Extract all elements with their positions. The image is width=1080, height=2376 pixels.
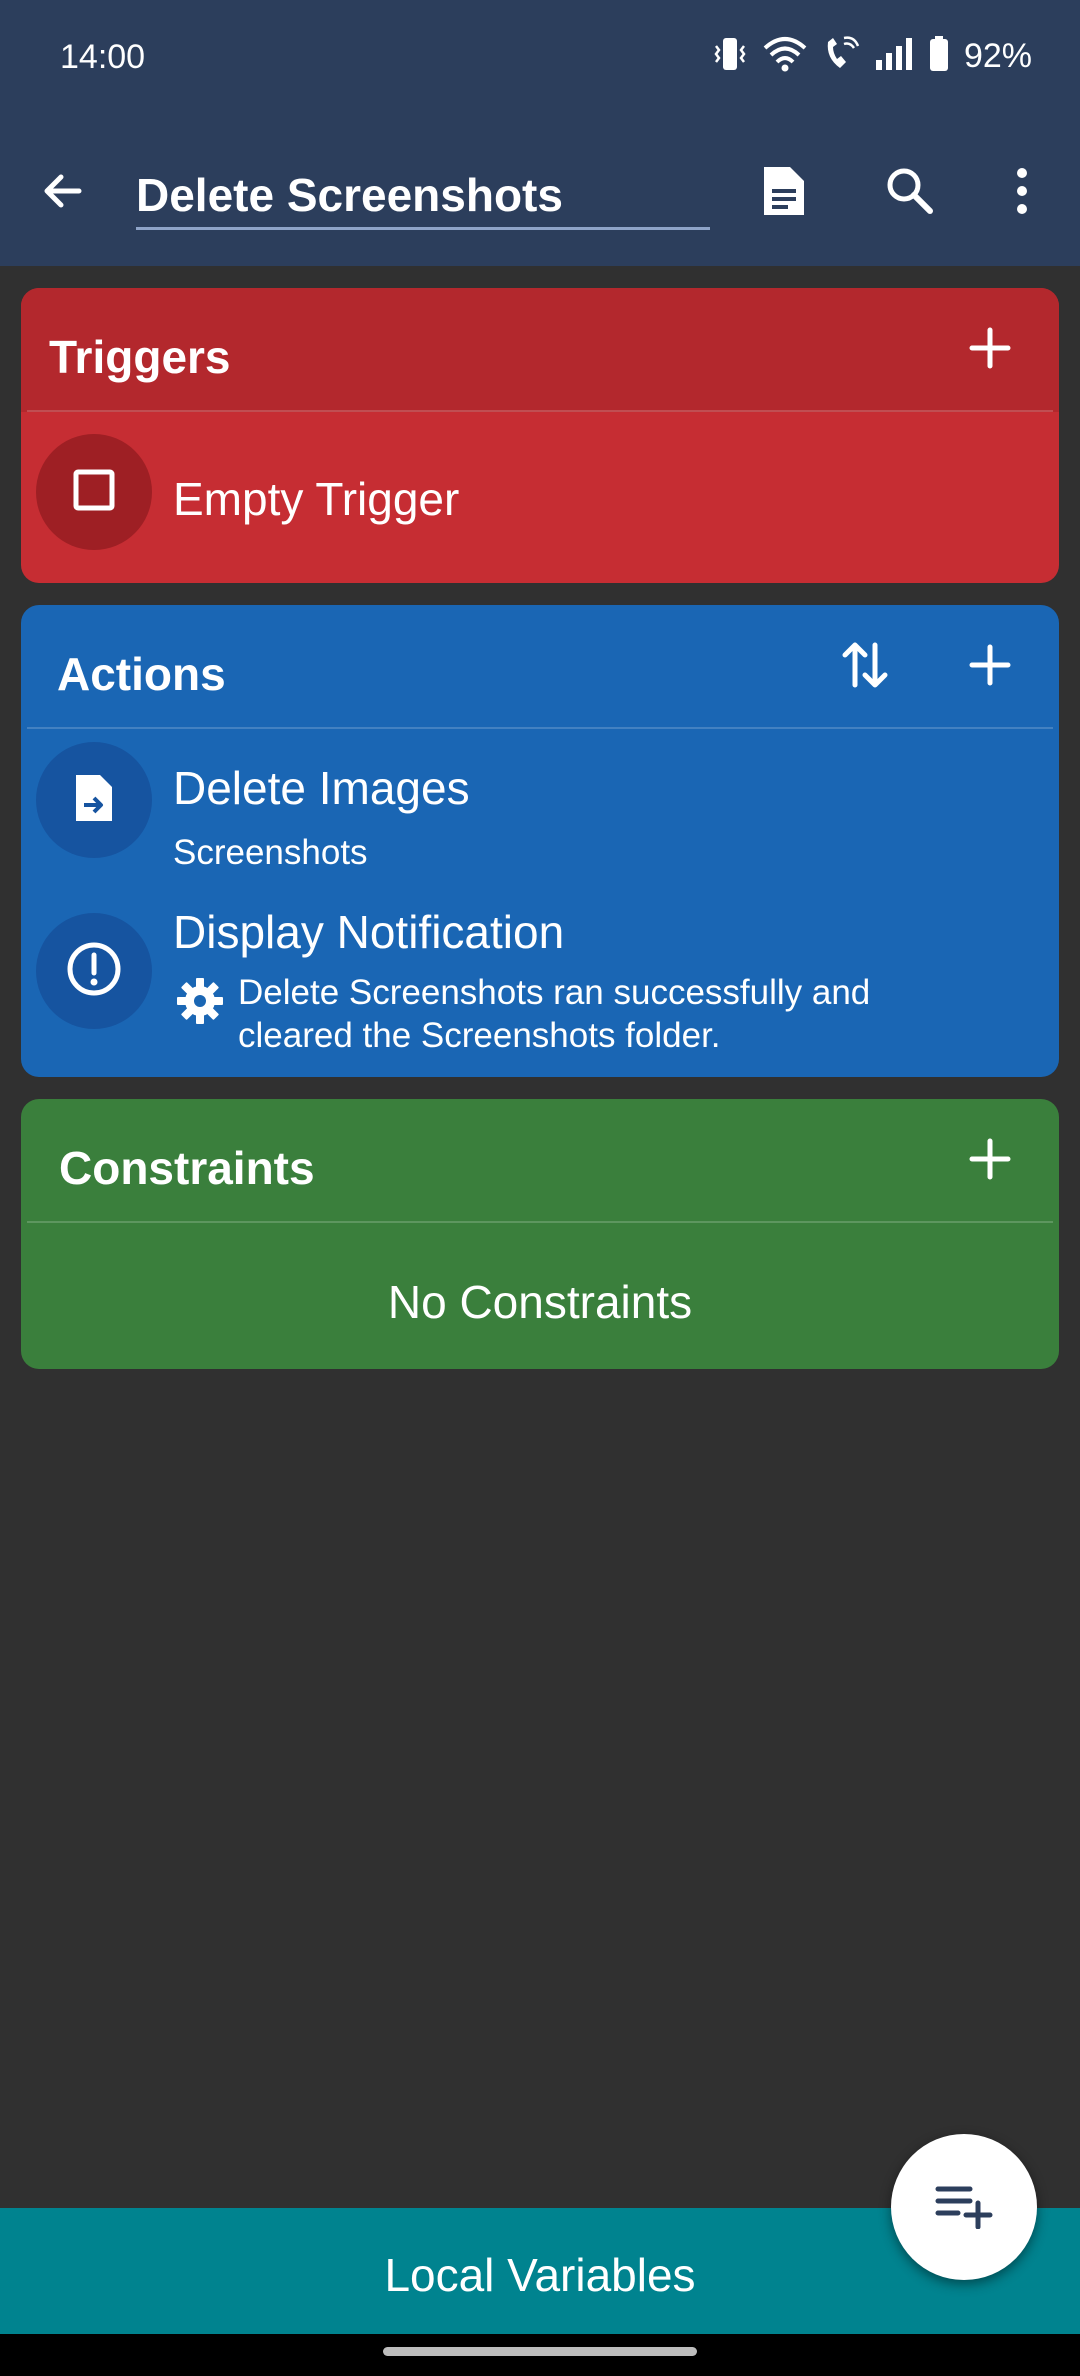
- battery-percent: 92%: [963, 36, 1032, 75]
- triggers-header: Triggers: [21, 288, 1059, 412]
- action-item[interactable]: Display Notification Delete Screenshots …: [21, 895, 1059, 1077]
- add-trigger-button[interactable]: [958, 318, 1022, 382]
- vibrate-icon: [712, 34, 748, 79]
- plus-icon: [968, 1137, 1012, 1186]
- constraints-title: Constraints: [59, 1142, 315, 1194]
- reorder-actions-button[interactable]: [833, 635, 897, 699]
- wifi-calling-icon: [822, 34, 860, 79]
- action-subtitle: Delete Screenshots ran successfully and …: [238, 973, 871, 1055]
- playlist-add-icon: [934, 2181, 994, 2234]
- triggers-title: Triggers: [49, 331, 231, 383]
- plus-icon: [968, 643, 1012, 692]
- signal-icon: [874, 34, 914, 79]
- document-icon: [760, 163, 808, 224]
- search-icon: [884, 165, 936, 222]
- macro-name-text: Delete Screenshots: [136, 169, 563, 221]
- add-action-button[interactable]: [958, 635, 1022, 699]
- actions-header: Actions: [21, 605, 1059, 729]
- no-constraints-text: No Constraints: [387, 1276, 693, 1328]
- status-time: 14:00: [60, 38, 146, 76]
- status-icons: 92%: [712, 34, 1032, 79]
- action-title: Display Notification: [173, 906, 565, 958]
- back-arrow-icon: [39, 167, 87, 220]
- gear-icon: [176, 977, 224, 1030]
- alert-circle-icon: [66, 941, 122, 1002]
- search-button[interactable]: [873, 156, 947, 230]
- file-move-icon: [74, 773, 114, 828]
- triggers-card: Triggers Empty Trigger: [21, 288, 1059, 583]
- action-subtitle: Screenshots: [173, 833, 368, 872]
- macro-name-field[interactable]: Delete Screenshots: [136, 158, 710, 230]
- more-options-button[interactable]: [985, 156, 1059, 230]
- status-bar: 14:00 92%: [0, 0, 1080, 120]
- empty-square-icon: [72, 468, 116, 517]
- constraints-card: Constraints No Constraints: [21, 1099, 1059, 1369]
- action-icon-circle: [36, 913, 152, 1029]
- add-action-fab[interactable]: [891, 2134, 1037, 2280]
- action-icon-circle: [36, 742, 152, 858]
- plus-icon: [968, 326, 1012, 375]
- divider: [27, 1221, 1053, 1223]
- trigger-item[interactable]: Empty Trigger: [21, 412, 1059, 583]
- actions-card: Actions Delete Images Screenshots Displa…: [21, 605, 1059, 1077]
- action-item[interactable]: Delete Images Screenshots: [21, 729, 1059, 872]
- actions-title: Actions: [57, 648, 226, 700]
- home-gesture-handle[interactable]: [383, 2347, 697, 2356]
- trigger-icon-circle: [36, 434, 152, 550]
- add-constraint-button[interactable]: [958, 1129, 1022, 1193]
- app-bar: Delete Screenshots: [0, 120, 1080, 266]
- back-button[interactable]: [30, 160, 96, 226]
- navigation-bar: [0, 2334, 1080, 2376]
- wifi-icon: [762, 34, 808, 79]
- action-title: Delete Images: [173, 762, 470, 814]
- swap-vert-icon: [841, 639, 889, 696]
- battery-icon: [928, 34, 950, 79]
- trigger-title: Empty Trigger: [173, 473, 460, 525]
- constraints-header: Constraints: [21, 1099, 1059, 1223]
- document-button[interactable]: [747, 156, 821, 230]
- more-vert-icon: [1012, 165, 1032, 222]
